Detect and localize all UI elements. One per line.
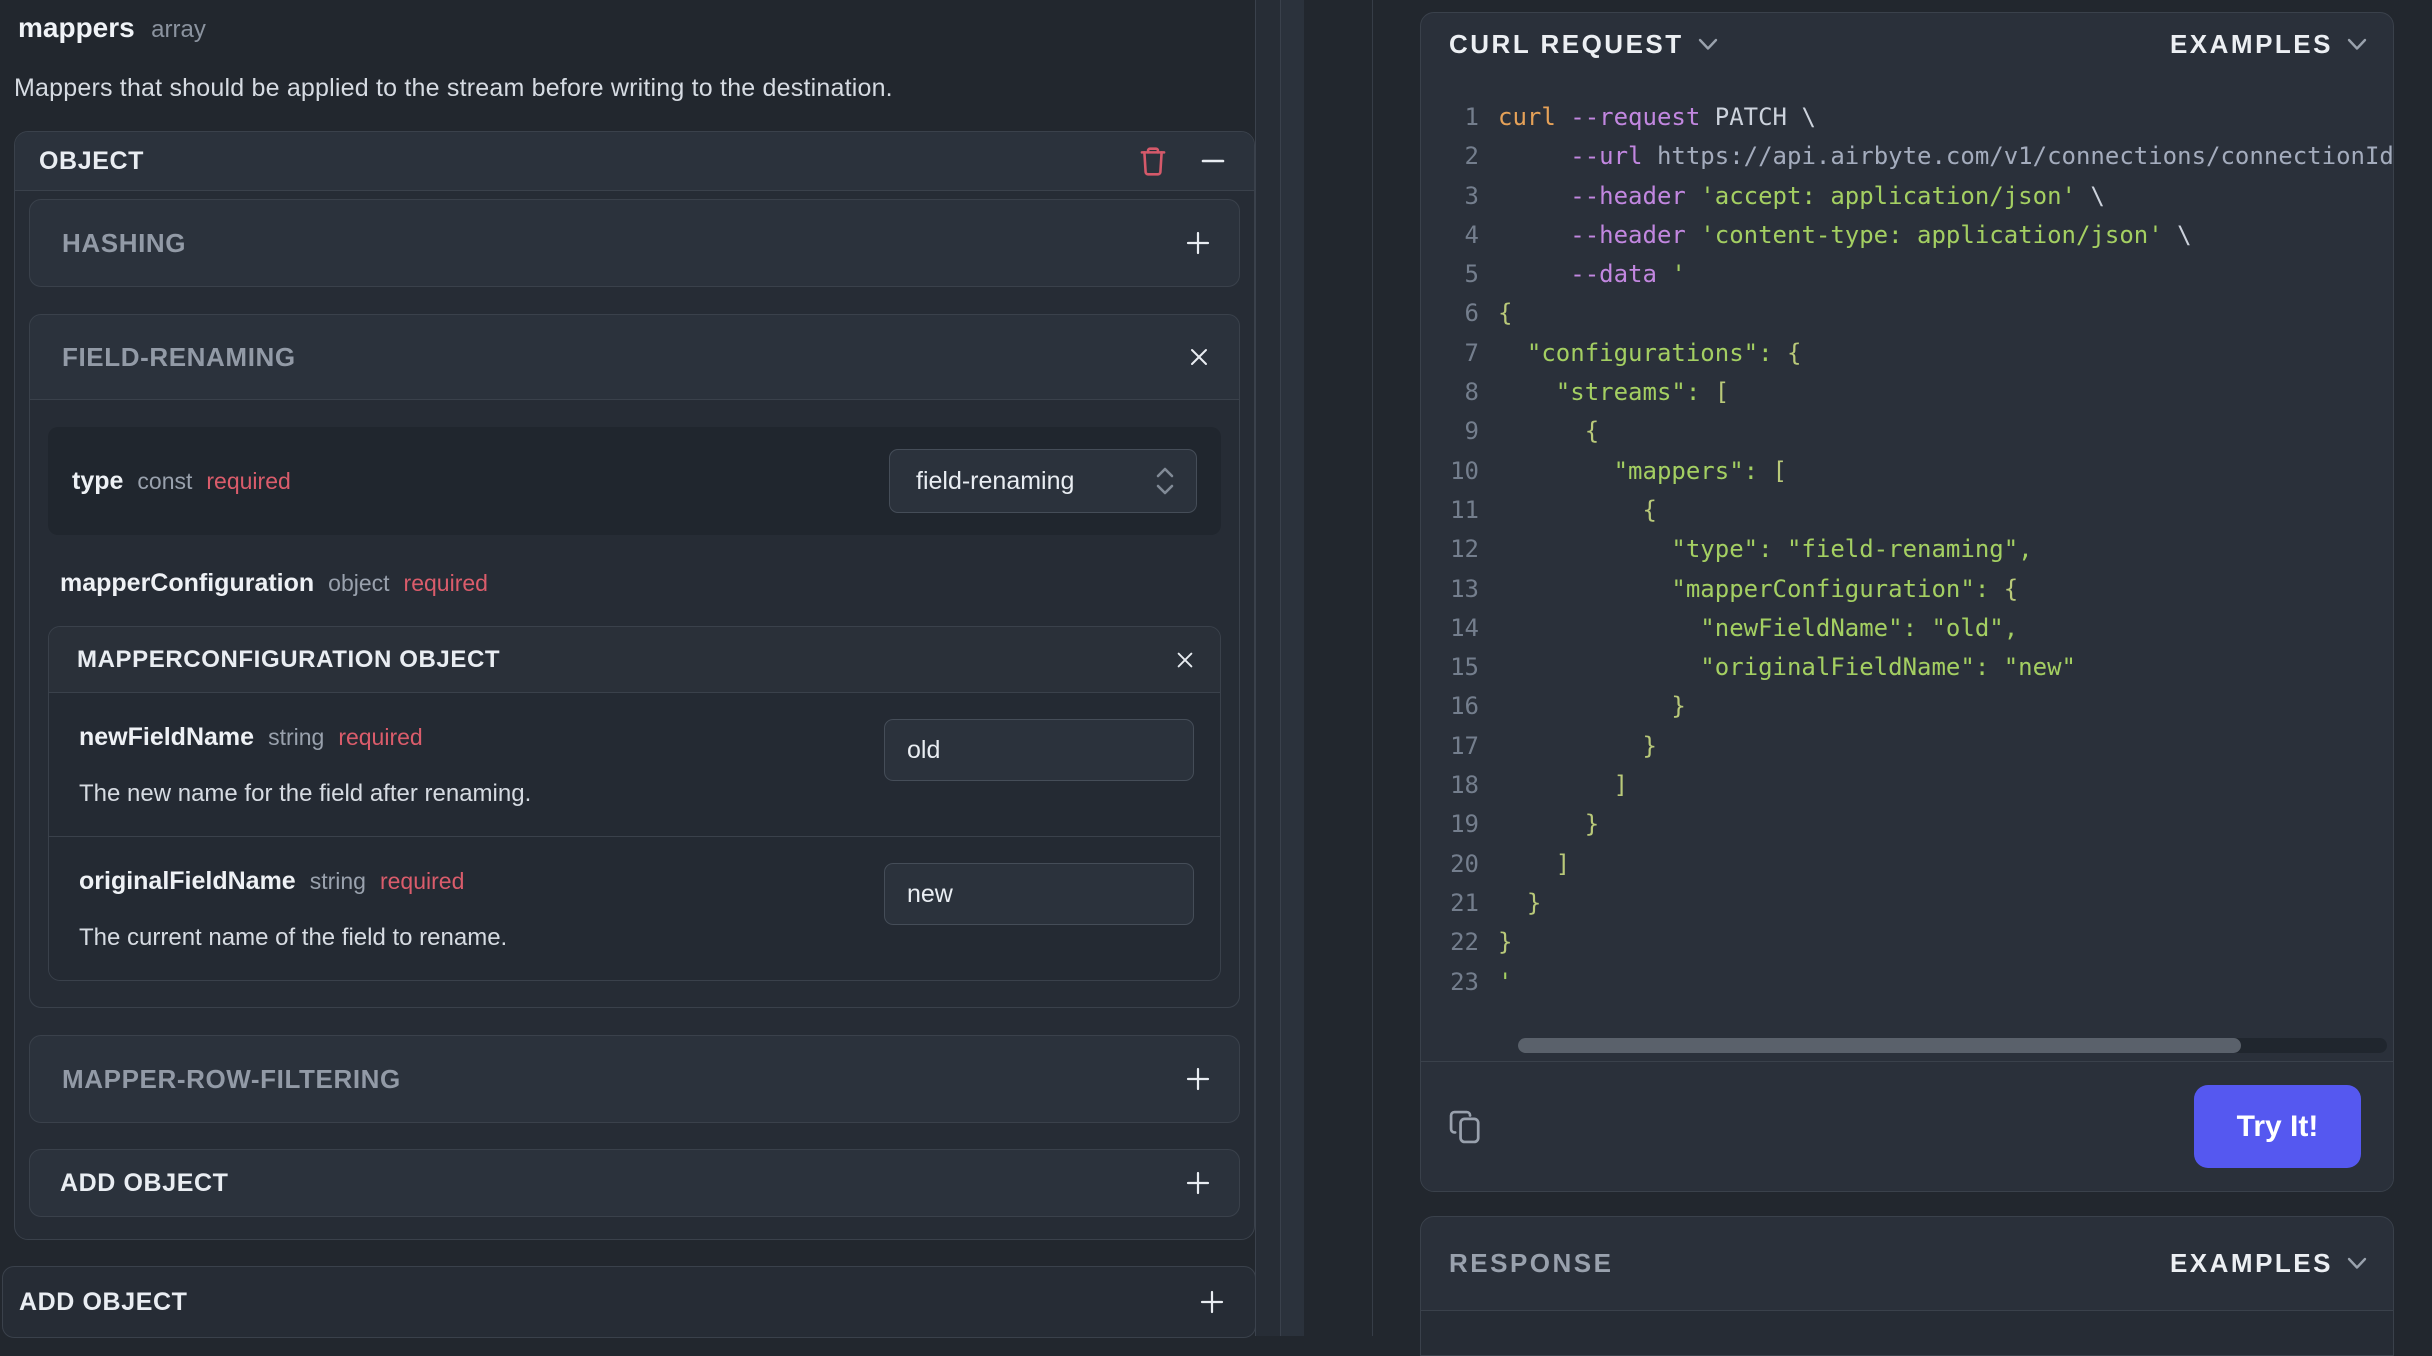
remove-mapper-configuration-button[interactable] xyxy=(1174,649,1196,671)
remove-field-renaming-button[interactable] xyxy=(1187,345,1211,369)
new-field-name-required: required xyxy=(338,724,423,750)
code-scrollbar-thumb[interactable] xyxy=(1518,1038,2241,1053)
property-name: mappers xyxy=(18,12,135,43)
object-group-card: OBJECT HASHING FIELD-RENAMING type const… xyxy=(14,131,1255,1240)
api-playground-panel: CURL REQUEST EXAMPLES 1 curl --request PA… xyxy=(1373,0,2432,1356)
property-type: array xyxy=(151,16,206,43)
response-examples-label: EXAMPLES xyxy=(2169,1248,2333,1278)
type-select-value: field-renaming xyxy=(916,466,1075,495)
mapper-configuration-card-header: MAPPERCONFIGURATION OBJECT xyxy=(49,627,1220,693)
type-field-meta: const xyxy=(137,467,193,494)
plus-icon xyxy=(1199,1289,1225,1315)
mapper-configuration-meta: object xyxy=(328,570,390,596)
type-field-row: type const required field-renaming xyxy=(48,427,1221,535)
mapper-configuration-label-row: mapperConfiguration object required xyxy=(60,569,1221,598)
chevron-down-icon xyxy=(2347,38,2367,51)
collapse-object-button[interactable] xyxy=(1200,148,1226,174)
delete-object-button[interactable] xyxy=(1138,145,1168,177)
trash-icon xyxy=(1138,145,1168,177)
expand-hashing-button[interactable] xyxy=(1185,230,1211,256)
original-field-name-input[interactable] xyxy=(884,863,1194,925)
add-object-inner-label: ADD OBJECT xyxy=(60,1168,229,1197)
add-object-bottom-button[interactable]: ADD OBJECT xyxy=(2,1266,1256,1338)
type-select[interactable]: field-renaming xyxy=(889,449,1197,513)
response-body xyxy=(1421,1310,2393,1355)
left-panel-scrollbar[interactable] xyxy=(1255,0,1304,1336)
request-language-dropdown[interactable]: CURL REQUEST xyxy=(1449,29,1718,60)
object-group-label: OBJECT xyxy=(39,146,145,175)
close-icon xyxy=(1187,345,1211,369)
curl-request-title: CURL REQUEST xyxy=(1449,29,1684,59)
new-field-name-meta: string xyxy=(268,724,325,750)
plus-icon xyxy=(1185,230,1211,256)
object-group-body: HASHING FIELD-RENAMING type const requir… xyxy=(15,191,1254,1239)
new-field-name-input[interactable] xyxy=(884,719,1194,781)
hashing-row[interactable]: HASHING xyxy=(30,200,1239,286)
curl-code-block: 1 curl --request PATCH \ 2 --url https://a… xyxy=(1421,76,2393,1061)
hashing-label: HASHING xyxy=(62,227,187,258)
curl-request-card: CURL REQUEST EXAMPLES 1 curl --request PA… xyxy=(1420,12,2394,1192)
hashing-section: HASHING xyxy=(29,199,1240,287)
object-group-header: OBJECT xyxy=(15,132,1254,191)
original-field-name-row: originalFieldName string required The cu… xyxy=(49,836,1220,980)
copy-icon xyxy=(1447,1105,1485,1149)
mapper-configuration-card-body: newFieldName string required The new nam… xyxy=(49,693,1220,980)
minus-icon xyxy=(1200,148,1226,174)
plus-icon xyxy=(1185,1066,1211,1092)
expand-mapper-row-filtering-button[interactable] xyxy=(1185,1066,1211,1092)
chevron-down-icon xyxy=(1698,38,1718,51)
copy-code-button[interactable] xyxy=(1447,1105,1485,1149)
field-renaming-label: FIELD-RENAMING xyxy=(62,341,296,372)
curl-request-header: CURL REQUEST EXAMPLES xyxy=(1421,13,2393,76)
new-field-name-description: The new name for the field after renamin… xyxy=(79,780,532,807)
select-updown-icon xyxy=(1152,464,1178,498)
mappers-property-header: mappers array xyxy=(14,10,1255,44)
new-field-name-label: newFieldName xyxy=(79,723,255,751)
original-field-name-meta: string xyxy=(309,868,366,894)
add-object-bottom-label: ADD OBJECT xyxy=(19,1287,188,1316)
original-field-name-label: originalFieldName xyxy=(79,867,296,895)
property-description: Mappers that should be applied to the st… xyxy=(14,74,893,102)
field-renaming-body: type const required field-renaming mappe… xyxy=(30,400,1239,1007)
response-examples-dropdown[interactable]: EXAMPLES xyxy=(2170,1248,2367,1279)
new-field-name-row: newFieldName string required The new nam… xyxy=(49,693,1220,836)
mapper-configuration-card: MAPPERCONFIGURATION OBJECT newFieldName … xyxy=(48,626,1221,981)
type-field-label: type xyxy=(72,466,124,495)
try-it-button[interactable]: Try It! xyxy=(2194,1085,2361,1168)
mapper-row-filtering-label: MAPPER-ROW-FILTERING xyxy=(62,1063,401,1094)
response-title: RESPONSE xyxy=(1449,1248,1614,1278)
close-icon xyxy=(1174,649,1196,671)
request-examples-label: EXAMPLES xyxy=(2169,29,2333,59)
mapper-row-filtering-row[interactable]: MAPPER-ROW-FILTERING xyxy=(30,1036,1239,1122)
response-header: RESPONSE EXAMPLES xyxy=(1421,1217,2393,1310)
mapper-configuration-required: required xyxy=(403,570,488,596)
chevron-down-icon xyxy=(2347,1257,2367,1270)
request-examples-dropdown[interactable]: EXAMPLES xyxy=(2170,29,2367,60)
mapper-configuration-card-title: MAPPERCONFIGURATION OBJECT xyxy=(77,645,501,673)
code-lines: 1 curl --request PATCH \ 2 --url https://a… xyxy=(1450,103,2393,996)
curl-request-footer: Try It! xyxy=(1421,1061,2393,1191)
plus-icon xyxy=(1185,1170,1211,1196)
type-field-required: required xyxy=(206,467,291,494)
response-card: RESPONSE EXAMPLES xyxy=(1420,1216,2394,1356)
original-field-name-required: required xyxy=(379,868,465,894)
mapper-row-filtering-section: MAPPER-ROW-FILTERING xyxy=(29,1035,1240,1123)
schema-form-panel: mappers array Mappers that should be app… xyxy=(0,0,1256,1338)
original-field-name-description: The current name of the field to rename. xyxy=(79,924,508,951)
code-horizontal-scrollbar[interactable] xyxy=(1518,1038,2387,1053)
add-object-inner-button[interactable]: ADD OBJECT xyxy=(29,1149,1240,1217)
mapper-configuration-label: mapperConfiguration xyxy=(60,569,315,597)
field-renaming-header[interactable]: FIELD-RENAMING xyxy=(30,315,1239,400)
field-renaming-section: FIELD-RENAMING type const required field… xyxy=(29,314,1240,1008)
